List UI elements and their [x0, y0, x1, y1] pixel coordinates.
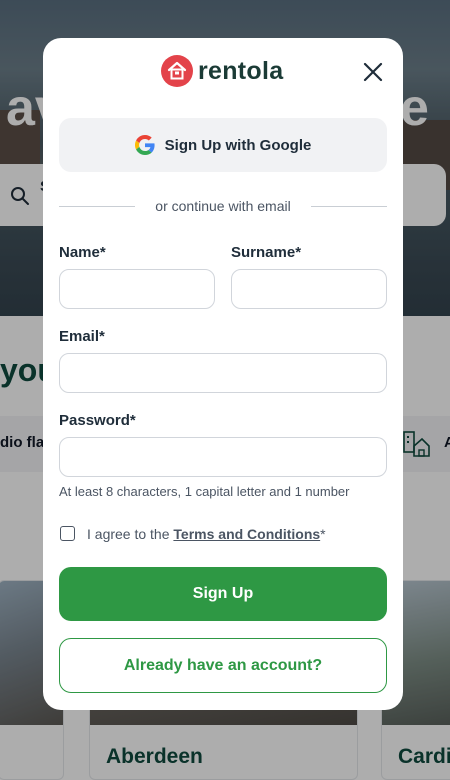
login-button[interactable]: Already have an account? — [59, 638, 387, 693]
name-label: Name* — [59, 244, 106, 261]
terms-checkbox[interactable] — [60, 526, 75, 541]
google-icon — [134, 135, 155, 155]
password-hint: At least 8 characters, 1 capital letter … — [59, 484, 350, 499]
signup-modal: rentola Sign Up with Google or continue … — [43, 38, 403, 710]
terms-link[interactable]: Terms and Conditions — [173, 526, 320, 542]
signup-button[interactable]: Sign Up — [59, 567, 387, 621]
brand-name: rentola — [198, 56, 284, 85]
password-field[interactable] — [59, 437, 387, 477]
email-field[interactable] — [59, 353, 387, 393]
email-label: Email* — [59, 328, 105, 345]
divider-right — [311, 206, 387, 207]
close-icon[interactable] — [359, 58, 387, 86]
google-button-label: Sign Up with Google — [164, 136, 312, 154]
surname-field[interactable] — [231, 269, 387, 309]
terms-required-mark: * — [320, 526, 326, 542]
name-field[interactable] — [59, 269, 215, 309]
password-label: Password* — [59, 412, 136, 429]
house-logo-icon — [161, 55, 193, 87]
surname-label: Surname* — [231, 244, 302, 261]
google-signup-button[interactable]: Sign Up with Google — [59, 118, 387, 172]
brand-logo: rentola — [161, 54, 283, 88]
terms-prefix: I agree to the — [87, 526, 174, 542]
terms-text: I agree to the Terms and Conditions* — [87, 526, 326, 542]
